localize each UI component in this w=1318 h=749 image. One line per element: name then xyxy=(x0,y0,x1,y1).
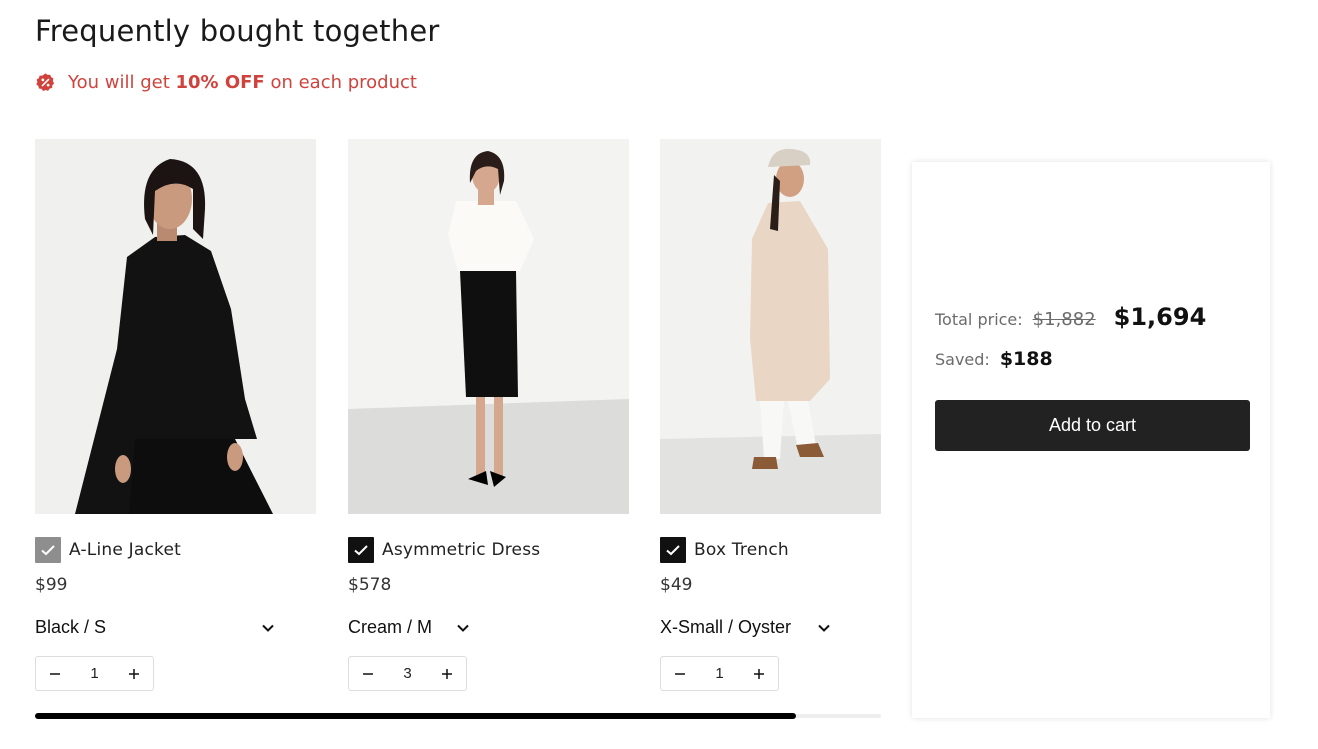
decrease-quantity-button[interactable] xyxy=(671,665,689,683)
increase-quantity-button[interactable] xyxy=(125,665,143,683)
total-price-row: Total price: $1,882 $1,694 xyxy=(935,303,1206,331)
quantity-value[interactable]: 3 xyxy=(403,665,411,682)
decrease-quantity-button[interactable] xyxy=(46,665,64,683)
quantity-stepper: 1 xyxy=(660,656,779,691)
product-price: $578 xyxy=(348,575,392,595)
variant-select[interactable]: X-Small / Oyster xyxy=(660,617,831,638)
section-title: Frequently bought together xyxy=(35,14,440,48)
product-name: A-Line Jacket xyxy=(69,540,181,560)
checkmark-icon xyxy=(354,545,368,556)
saved-label: Saved: xyxy=(935,350,990,369)
product-image[interactable] xyxy=(35,139,316,514)
add-to-cart-button[interactable]: Add to cart xyxy=(935,400,1250,451)
product-card-box-trench: Box Trench $49 X-Small / Oyster 1 xyxy=(660,139,881,691)
minus-icon xyxy=(675,672,685,675)
quantity-value[interactable]: 1 xyxy=(90,665,98,682)
increase-quantity-button[interactable] xyxy=(750,665,768,683)
total-price-label: Total price: xyxy=(935,310,1023,329)
bundle-summary-panel: Total price: $1,882 $1,694 Saved: $188 A… xyxy=(912,162,1270,718)
product-card-a-line-jacket: A-Line Jacket $99 Black / S 1 xyxy=(35,139,316,691)
carousel-scrollbar[interactable] xyxy=(35,713,881,719)
saved-amount: $188 xyxy=(999,348,1053,370)
checkmark-icon xyxy=(666,545,680,556)
chevron-down-icon xyxy=(262,624,274,632)
product-checkbox[interactable] xyxy=(35,537,61,563)
discounted-total-price: $1,694 xyxy=(1113,303,1207,331)
increase-quantity-button[interactable] xyxy=(438,665,456,683)
variant-value: Black / S xyxy=(35,617,107,637)
variant-select[interactable]: Cream / M xyxy=(348,617,470,638)
plus-icon xyxy=(129,668,139,679)
promo-text: You will get 10% OFF on each product xyxy=(68,72,417,93)
variant-value: X-Small / Oyster xyxy=(660,617,792,637)
scrollbar-thumb[interactable] xyxy=(35,713,797,719)
product-image[interactable] xyxy=(660,139,881,514)
checkmark-icon xyxy=(41,545,55,556)
product-select-row: Asymmetric Dress xyxy=(348,537,540,563)
quantity-stepper: 3 xyxy=(348,656,467,691)
plus-icon xyxy=(442,668,452,679)
product-card-asymmetric-dress: Asymmetric Dress $578 Cream / M 3 xyxy=(348,139,629,691)
product-name: Box Trench xyxy=(694,540,789,560)
minus-icon xyxy=(50,672,60,675)
product-checkbox[interactable] xyxy=(660,537,686,563)
quantity-stepper: 1 xyxy=(35,656,154,691)
original-total-price: $1,882 xyxy=(1032,309,1096,330)
variant-value: Cream / M xyxy=(348,617,433,637)
quantity-value[interactable]: 1 xyxy=(715,665,723,682)
chevron-down-icon xyxy=(818,624,830,632)
chevron-down-icon xyxy=(457,624,469,632)
decrease-quantity-button[interactable] xyxy=(359,665,377,683)
product-select-row: A-Line Jacket xyxy=(35,537,181,563)
minus-icon xyxy=(363,672,373,675)
discount-badge-icon xyxy=(36,73,55,91)
product-price: $99 xyxy=(35,575,68,595)
product-name: Asymmetric Dress xyxy=(382,540,541,560)
product-checkbox[interactable] xyxy=(348,537,374,563)
saved-row: Saved: $188 xyxy=(935,348,1053,370)
plus-icon xyxy=(754,668,764,679)
product-image[interactable] xyxy=(348,139,629,514)
product-select-row: Box Trench xyxy=(660,537,789,563)
discount-promo: You will get 10% OFF on each product xyxy=(35,72,417,93)
variant-select[interactable]: Black / S xyxy=(35,617,275,638)
product-price: $49 xyxy=(660,575,693,595)
